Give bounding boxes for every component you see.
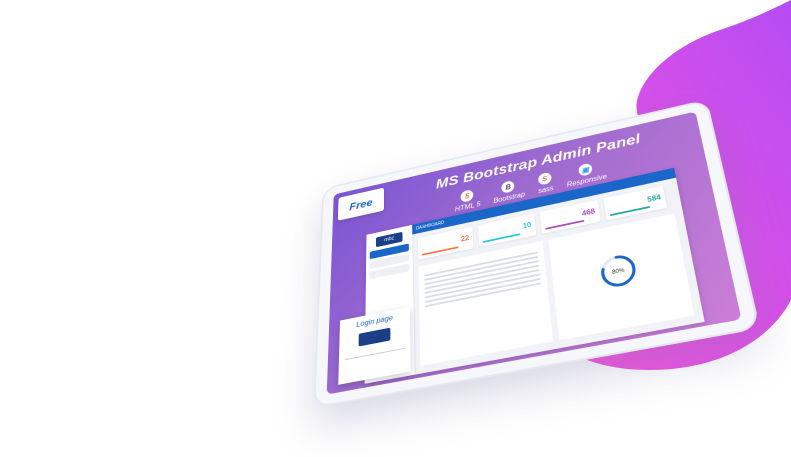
stat-value: 584 (646, 193, 662, 204)
stat-value: 468 (581, 207, 596, 218)
badge-html5: 5 HTML 5 (454, 188, 481, 213)
responsive-icon: ▣ (577, 162, 593, 177)
html5-icon: 5 (460, 189, 474, 203)
bootstrap-icon: B (501, 179, 516, 194)
stat-bar (545, 219, 585, 230)
login-card: Login page (338, 306, 411, 385)
login-field (344, 343, 405, 361)
text-panel (418, 240, 554, 366)
login-title: Login page (356, 313, 393, 329)
badge-sass: S sass (536, 171, 554, 195)
stat-bar (482, 233, 521, 243)
chart-panel: 80% (548, 213, 695, 341)
sass-icon: S (537, 171, 552, 186)
stat-bar (421, 246, 459, 256)
admin-top-label: DASHBOARD (415, 220, 445, 232)
login-logo (358, 327, 391, 347)
free-badge: Free (337, 187, 384, 221)
donut-label: 80% (612, 267, 626, 276)
stat-value: 10 (522, 220, 532, 231)
badge-label: sass (537, 184, 554, 195)
stat-value: 22 (460, 233, 470, 244)
donut-chart: 80% (595, 249, 642, 294)
stat-bar (609, 205, 651, 217)
